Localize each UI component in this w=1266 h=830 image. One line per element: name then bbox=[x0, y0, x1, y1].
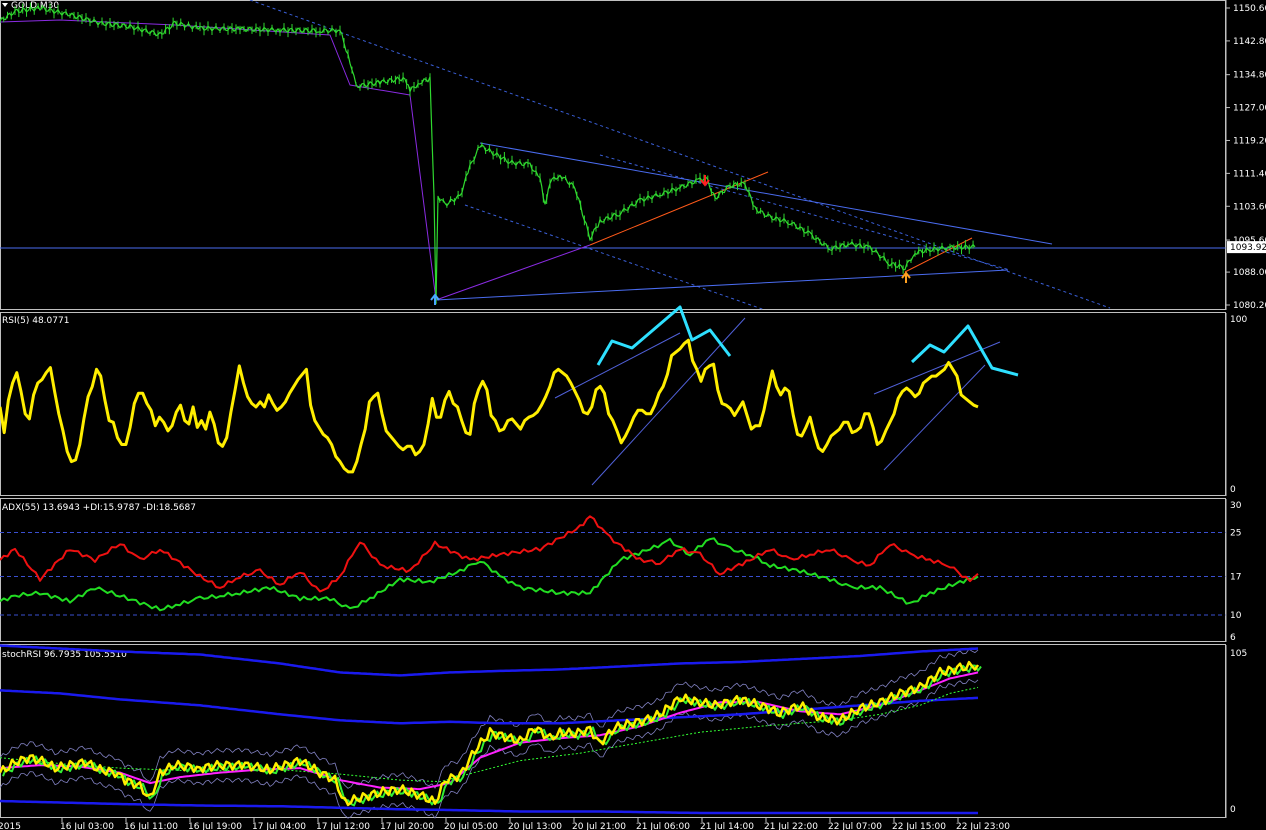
price-axis: 1150.60 1142.80 1134.80 1127.00 1119.20 1111.… bbox=[1225, 0, 1266, 311]
time-axis: 15 Jul 2015 16 Jul 03:00 16 Jul 11:00 16 Ju… bbox=[0, 818, 1010, 830]
rsi-label: RSI(5) 48.0771 bbox=[2, 316, 69, 326]
rsi-line bbox=[0, 338, 979, 474]
time-tick-label: 15 Jul 2015 bbox=[0, 822, 21, 830]
stoch-series bbox=[0, 644, 982, 819]
stoch-axis: 105 0 bbox=[1225, 645, 1247, 818]
support-trendline bbox=[435, 269, 1009, 301]
time-tick-label: 16 Jul 19:00 bbox=[188, 822, 242, 830]
time-tick-label: 22 Jul 15:00 bbox=[892, 822, 946, 830]
price-series bbox=[0, 2, 976, 305]
adx-tick-label: 30 bbox=[1230, 501, 1242, 511]
stoch-main-line bbox=[0, 660, 980, 807]
time-tick-label: 17 Jul 12:00 bbox=[316, 822, 370, 830]
stoch-tick-label: 0 bbox=[1230, 805, 1236, 815]
orange-up-arrow-icon bbox=[901, 271, 911, 283]
time-tick-label: 20 Jul 21:00 bbox=[572, 822, 626, 830]
adx-axis: 30 25 17 10 6 bbox=[1225, 499, 1242, 643]
cyan-arrow-icon-2-path bbox=[910, 324, 1019, 377]
price-tick-label: 1127.00 bbox=[1233, 104, 1266, 114]
rsi-tick-label: 0 bbox=[1230, 485, 1236, 495]
adx-label: ADX(55) 13.6943 +DI:15.9787 -DI:18.5687 bbox=[2, 503, 196, 513]
rsi-channel-lower-2 bbox=[883, 364, 986, 471]
adx-tick-label: 25 bbox=[1230, 529, 1241, 539]
price-tick-label: 1080.20 bbox=[1233, 301, 1266, 311]
rsi-series bbox=[0, 338, 979, 474]
channel-mid-dashed bbox=[599, 154, 1011, 271]
cyan-arrow-icon-2 bbox=[910, 324, 1019, 377]
stoch-tick-label: 105 bbox=[1230, 649, 1247, 659]
price-trendline-objects bbox=[0, 0, 1226, 311]
time-tick-label: 21 Jul 22:00 bbox=[764, 822, 818, 830]
adx-series bbox=[0, 515, 1226, 616]
adx-tick-label: 6 bbox=[1230, 633, 1236, 643]
time-tick-label: 20 Jul 13:00 bbox=[508, 822, 562, 830]
time-tick-label: 16 Jul 03:00 bbox=[60, 822, 114, 830]
current-price-label: 1093.92 bbox=[1230, 243, 1266, 253]
time-tick-label: 22 Jul 23:00 bbox=[956, 822, 1010, 830]
channel-lower-dashed bbox=[464, 204, 766, 311]
resistance-trendline bbox=[479, 142, 1053, 245]
channel-upper-dashed bbox=[249, 0, 1111, 309]
time-tick-label: 17 Jul 20:00 bbox=[380, 822, 434, 830]
price-tick-label: 1150.60 bbox=[1233, 4, 1266, 14]
trading-chart: GOLD,M30 RSI(5) 48.0771 ADX(55) 13.6943 … bbox=[0, 0, 1266, 830]
blue-up-arrow-icon bbox=[430, 293, 440, 305]
time-tick-label: 21 Jul 06:00 bbox=[636, 822, 690, 830]
zigzag-line bbox=[0, 19, 591, 301]
time-tick-label: 22 Jul 07:00 bbox=[828, 822, 882, 830]
time-tick-label: 17 Jul 04:00 bbox=[252, 822, 306, 830]
dropdown-triangle-icon bbox=[2, 3, 8, 7]
stoch-k-line bbox=[2, 664, 982, 807]
adx-panel-frame bbox=[0, 498, 1226, 642]
price-tick-label: 1134.80 bbox=[1233, 71, 1266, 81]
rsi-drawn-objects bbox=[554, 305, 1019, 486]
time-tick-label: 20 Jul 05:00 bbox=[444, 822, 498, 830]
rsi-tick-label: 100 bbox=[1230, 315, 1247, 325]
price-tick-label: 1119.20 bbox=[1233, 136, 1266, 146]
price-line bbox=[0, 5, 976, 305]
time-tick-label: 21 Jul 14:00 bbox=[700, 822, 754, 830]
price-tick-label: 1088.00 bbox=[1233, 268, 1266, 278]
stoch-lower-band bbox=[0, 799, 978, 815]
time-tick-label: 16 Jul 11:00 bbox=[124, 822, 178, 830]
stoch-upper-band bbox=[0, 644, 979, 677]
price-panel-frame bbox=[0, 0, 1226, 310]
adx-tick-label: 10 bbox=[1230, 611, 1242, 621]
rsi-axis: 100 0 bbox=[1225, 313, 1247, 496]
price-tick-label: 1103.60 bbox=[1233, 202, 1266, 212]
price-tick-label: 1111.40 bbox=[1233, 169, 1266, 179]
price-tick-label: 1142.80 bbox=[1233, 37, 1266, 47]
plus-di-line bbox=[0, 537, 979, 612]
adx-tick-label: 17 bbox=[1230, 573, 1241, 583]
